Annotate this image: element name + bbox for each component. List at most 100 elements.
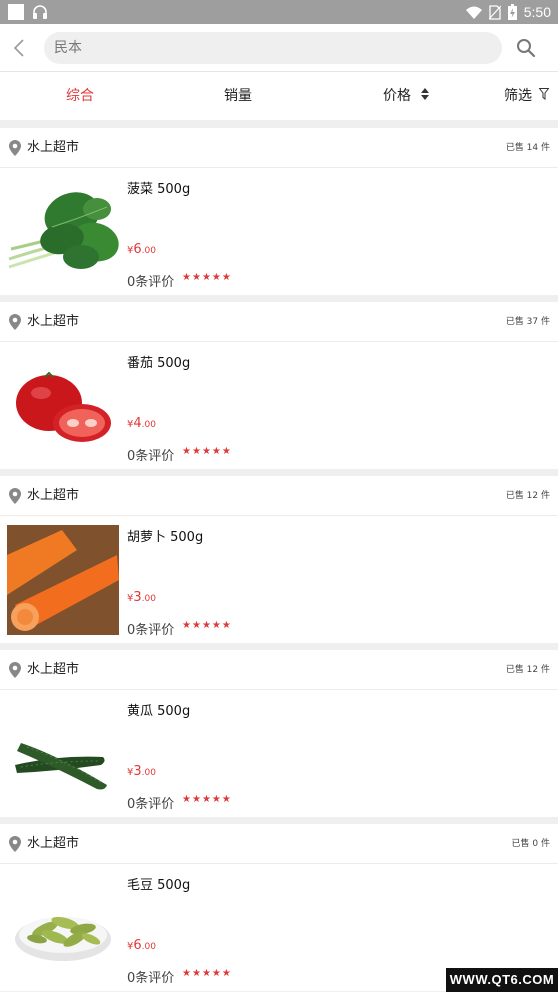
product-image-tomato[interactable] <box>7 351 119 461</box>
price-decimal: .00 <box>141 768 156 778</box>
star-rating: ★ ★ ★ ★ ★ <box>182 967 231 981</box>
sort-tab-price-label: 价格 <box>383 88 411 104</box>
price-decimal: .00 <box>141 594 156 604</box>
price-integer: 3 <box>133 590 142 605</box>
star-rating: ★ ★ ★ ★ ★ <box>182 619 231 633</box>
star-icon: ★ <box>211 620 221 631</box>
status-bar: 5:50 <box>0 0 558 24</box>
star-icon: ★ <box>221 272 231 283</box>
no-sim-icon <box>488 4 501 20</box>
notification-square-icon <box>8 4 24 20</box>
star-icon: ★ <box>191 446 201 457</box>
shop-row[interactable]: 水上超市 已售 0 件 <box>0 824 558 864</box>
star-icon: ★ <box>182 446 191 457</box>
sort-tab-filter-label: 筛选 <box>504 88 532 104</box>
location-pin-icon <box>9 836 21 852</box>
product-card[interactable]: 水上超市 已售 0 件 毛豆 500g ¥6.00 0条评价 ★ ★ ★ ★ ★ <box>0 824 558 991</box>
review-count: 0条评价 <box>127 797 175 812</box>
sort-tab-sales[interactable]: 销量 <box>224 72 252 120</box>
sort-updown-icon <box>421 88 430 100</box>
headphones-icon <box>33 5 47 19</box>
product-card[interactable]: 水上超市 已售 12 件 胡萝卜 500g ¥3.00 0条评价 ★ ★ ★ ★ ★ <box>0 476 558 643</box>
price-integer: 4 <box>133 416 142 431</box>
star-icon: ★ <box>191 968 201 979</box>
price-decimal: .00 <box>141 420 156 430</box>
location-pin-icon <box>9 662 21 678</box>
sold-count: 已售 14 件 <box>505 143 550 153</box>
star-icon: ★ <box>191 794 201 805</box>
sort-tab-price[interactable]: 价格 <box>383 72 430 120</box>
sold-count: 已售 37 件 <box>505 317 550 327</box>
status-time: 5:50 <box>523 4 551 20</box>
product-image-cucumber[interactable] <box>7 699 119 809</box>
star-icon: ★ <box>182 620 191 631</box>
product-price: ¥6.00 <box>127 242 156 257</box>
sort-tab-filter[interactable]: 筛选 <box>504 72 550 120</box>
star-icon: ★ <box>201 446 211 457</box>
star-icon: ★ <box>221 968 231 979</box>
star-icon: ★ <box>201 620 211 631</box>
price-decimal: .00 <box>141 246 156 256</box>
star-icon: ★ <box>201 272 211 283</box>
star-icon: ★ <box>201 794 211 805</box>
product-name: 胡萝卜 500g <box>127 530 204 545</box>
product-image-edamame[interactable] <box>7 873 119 983</box>
sold-count: 已售 12 件 <box>505 665 550 675</box>
product-name: 番茄 500g <box>127 356 191 371</box>
product-price: ¥4.00 <box>127 416 156 431</box>
shop-name: 水上超市 <box>27 836 80 851</box>
shop-name: 水上超市 <box>27 662 80 677</box>
product-card[interactable]: 水上超市 已售 12 件 黄瓜 500g ¥3.00 0条评价 ★ ★ ★ ★ ★ <box>0 650 558 817</box>
product-price: ¥3.00 <box>127 764 156 779</box>
search-input[interactable] <box>54 32 484 64</box>
shop-row[interactable]: 水上超市 已售 37 件 <box>0 302 558 342</box>
product-price: ¥6.00 <box>127 938 156 953</box>
star-rating: ★ ★ ★ ★ ★ <box>182 271 231 285</box>
star-icon: ★ <box>211 272 221 283</box>
filter-funnel-icon <box>539 88 550 100</box>
star-icon: ★ <box>201 968 211 979</box>
product-image-spinach[interactable] <box>7 177 119 287</box>
product-card[interactable]: 水上超市 已售 14 件 菠菜 500g ¥6.00 0条评价 ★ ★ ★ ★ ★ <box>0 128 558 295</box>
shop-row[interactable]: 水上超市 已售 14 件 <box>0 128 558 168</box>
price-decimal: .00 <box>141 942 156 952</box>
search-header <box>0 24 558 72</box>
product-image-carrot[interactable] <box>7 525 119 635</box>
wifi-icon <box>465 6 482 19</box>
search-box[interactable] <box>44 32 502 64</box>
shop-name: 水上超市 <box>27 140 80 155</box>
product-price: ¥3.00 <box>127 590 156 605</box>
price-integer: 3 <box>133 764 142 779</box>
star-icon: ★ <box>191 620 201 631</box>
star-icon: ★ <box>182 272 191 283</box>
back-arrow-icon[interactable] <box>10 37 30 59</box>
sort-tab-comprehensive[interactable]: 综合 <box>66 72 94 120</box>
star-icon: ★ <box>211 968 221 979</box>
star-rating: ★ ★ ★ ★ ★ <box>182 445 231 459</box>
star-icon: ★ <box>221 794 231 805</box>
sold-count: 已售 0 件 <box>511 839 550 849</box>
product-name: 毛豆 500g <box>127 878 191 893</box>
product-name: 黄瓜 500g <box>127 704 191 719</box>
shop-row[interactable]: 水上超市 已售 12 件 <box>0 476 558 516</box>
review-count: 0条评价 <box>127 449 175 464</box>
star-icon: ★ <box>191 272 201 283</box>
location-pin-icon <box>9 314 21 330</box>
sort-bar: 综合 销量 价格 筛选 <box>0 72 558 120</box>
shop-row[interactable]: 水上超市 已售 12 件 <box>0 650 558 690</box>
star-icon: ★ <box>221 446 231 457</box>
search-icon[interactable] <box>515 37 537 59</box>
review-count: 0条评价 <box>127 623 175 638</box>
star-icon: ★ <box>211 446 221 457</box>
star-icon: ★ <box>182 968 191 979</box>
review-count: 0条评价 <box>127 971 175 986</box>
sold-count: 已售 12 件 <box>505 491 550 501</box>
star-icon: ★ <box>221 620 231 631</box>
product-card[interactable]: 水上超市 已售 37 件 番茄 500g ¥4.00 0条评价 ★ ★ ★ ★ ★ <box>0 302 558 469</box>
star-icon: ★ <box>182 794 191 805</box>
watermark: WWW.QT6.COM <box>446 968 558 992</box>
shop-name: 水上超市 <box>27 488 80 503</box>
battery-charging-icon <box>507 4 517 20</box>
star-rating: ★ ★ ★ ★ ★ <box>182 793 231 807</box>
price-integer: 6 <box>133 938 142 953</box>
